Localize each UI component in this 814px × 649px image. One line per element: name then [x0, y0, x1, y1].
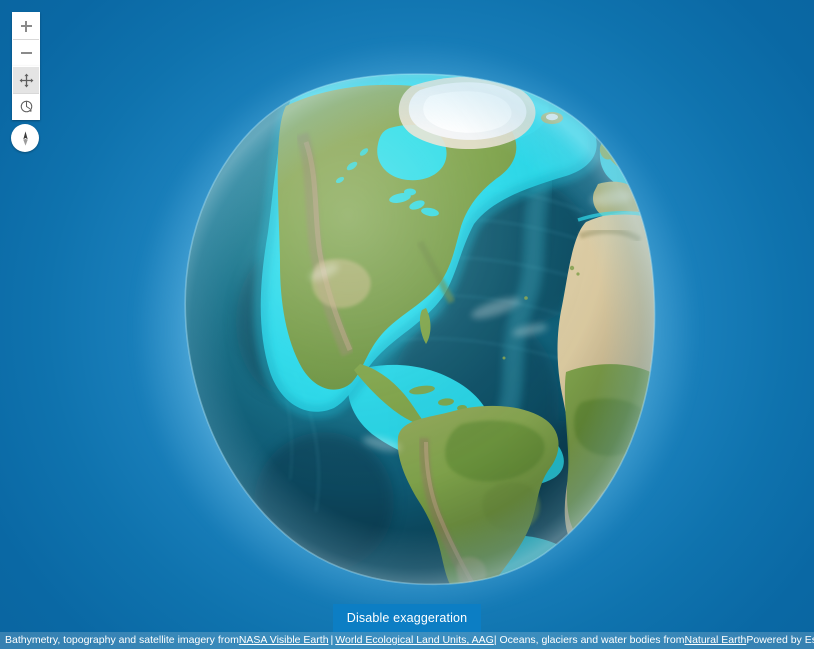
attribution-middle: | Oceans, glaciers and water bodies from — [493, 634, 685, 646]
powered-by-esri-label: Powered by Esri — [746, 634, 814, 646]
attribution-separator-1: | — [330, 634, 334, 646]
abyssal-basins — [236, 174, 655, 572]
sphere-shading — [185, 74, 655, 585]
shelf-break — [253, 74, 655, 419]
attribution-link-nasa-visible-earth[interactable]: NASA Visible Earth — [239, 632, 329, 649]
attribution-link-natural-earth[interactable]: Natural Earth — [684, 632, 746, 649]
zoom-controls[interactable] — [12, 12, 40, 66]
north-america — [277, 84, 517, 425]
globe-container — [134, 42, 698, 616]
greenland — [398, 76, 536, 150]
south-america — [397, 405, 559, 585]
attribution-link-world-ecological-land-units[interactable]: World Ecological Land Units, AAG — [335, 632, 494, 649]
compass-icon — [17, 130, 34, 147]
seafloor-texture — [269, 186, 630, 513]
iceland — [541, 112, 563, 124]
zoom-in-button[interactable] — [13, 13, 39, 39]
europe — [592, 109, 655, 221]
rotate-icon — [19, 99, 34, 114]
globe-scene-view[interactable]: Disable exaggeration Bathymetry, topogra… — [0, 0, 814, 649]
pan-button[interactable] — [13, 67, 39, 93]
globe-atmosphere-glow — [134, 42, 698, 616]
earth-globe[interactable] — [174, 72, 658, 586]
clouds — [309, 190, 634, 452]
attribution-bar: Bathymetry, topography and satellite ima… — [0, 632, 814, 649]
globe-rim — [184, 73, 656, 586]
ocean-surface — [185, 74, 655, 585]
atlantic-islands — [502, 265, 580, 360]
limb-light — [185, 74, 655, 585]
africa — [557, 211, 655, 556]
attribution-text: Bathymetry, topography and satellite ima… — [5, 632, 746, 649]
zoom-out-button[interactable] — [13, 39, 39, 65]
mid-atlantic-ridge — [479, 157, 557, 553]
continental-shelves — [260, 74, 655, 585]
rotate-button[interactable] — [13, 93, 39, 119]
disable-exaggeration-button[interactable]: Disable exaggeration — [333, 604, 481, 632]
pan-icon — [19, 73, 34, 88]
compass-button[interactable] — [11, 124, 39, 152]
attribution-prefix: Bathymetry, topography and satellite ima… — [5, 634, 239, 646]
navigation-controls[interactable] — [12, 66, 40, 120]
